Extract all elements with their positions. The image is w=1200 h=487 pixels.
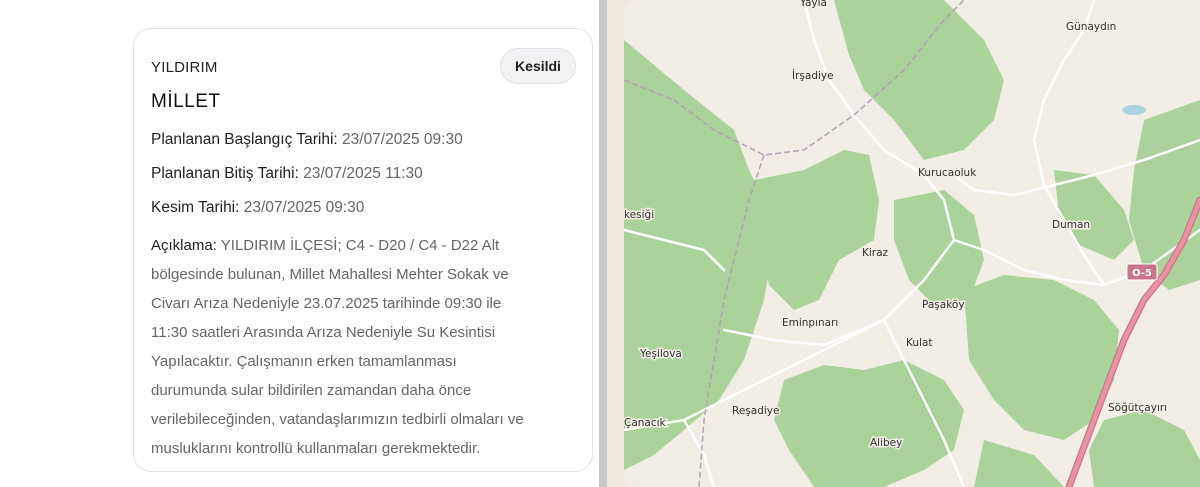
panel-scrollbar[interactable] <box>599 0 607 487</box>
outage-card[interactable]: YILDIRIM Kesildi MİLLET Planlanan Başlan… <box>133 28 593 472</box>
place-label: Günaydın <box>1066 21 1116 33</box>
neighborhood-name: MİLLET <box>151 91 221 112</box>
description-line: verilebileceğinden, vatandaşlarımızın te… <box>151 411 524 428</box>
place-label: Söğütçayırı <box>1108 402 1167 414</box>
district-name: YILDIRIM <box>151 59 218 76</box>
cut-date-row: Kesim Tarihi: 23/07/2025 09:30 <box>151 199 364 217</box>
place-label: Alibey <box>870 437 902 449</box>
place-label: Paşaköy <box>922 299 965 311</box>
place-label: Kulat <box>906 337 933 349</box>
description-line: Yapılacaktır. Çalışmanın erken tamamlanm… <box>151 353 457 370</box>
place-label: Kiraz <box>862 247 889 259</box>
description-line: bölgesinde bulunan, Millet Mahallesi Meh… <box>151 266 509 283</box>
place-label: Eminpınarı <box>782 317 838 329</box>
place-label: Çanacık <box>624 417 667 429</box>
cut-date-value: 23/07/2025 09:30 <box>243 199 365 216</box>
planned-start-row: Planlanan Başlangıç Tarihi: 23/07/2025 0… <box>151 131 463 149</box>
description-label: Açıklama: <box>151 237 217 254</box>
description-line: YILDIRIM İLÇESİ; C4 - D20 / C4 - D22 Alt <box>220 237 500 254</box>
place-label: kesiği <box>624 209 654 221</box>
place-label: İrşadiye <box>792 69 834 82</box>
planned-end-label: Planlanan Bitiş Tarihi: <box>151 165 299 182</box>
planned-end-row: Planlanan Bitiş Tarihi: 23/07/2025 11:30 <box>151 165 423 183</box>
description: Açıklama: YILDIRIM İLÇESİ; C4 - D20 / C4… <box>151 231 591 463</box>
place-label: Reşadiye <box>732 405 779 417</box>
place-label: Yeşilova <box>639 348 682 360</box>
water-body <box>1122 105 1146 115</box>
planned-start-label: Planlanan Başlangıç Tarihi: <box>151 131 338 148</box>
description-line: durumunda sular bildirilen zamandan daha… <box>151 382 472 399</box>
description-line: Civarı Arıza Nedeniyle 23.07.2025 tarihi… <box>151 295 502 312</box>
map-view[interactable]: O-5 Yayla Günaydın İrşadiye Kurucaoluk D… <box>607 0 1200 487</box>
place-label: Yayla <box>799 0 827 9</box>
status-badge: Kesildi <box>500 48 576 84</box>
scrollbar-thumb[interactable] <box>599 0 607 487</box>
road-shield-label: O-5 <box>1132 268 1152 279</box>
planned-end-value: 23/07/2025 11:30 <box>303 165 423 182</box>
description-line: 11:30 saatleri Arasında Arıza Nedeniyle … <box>151 324 496 341</box>
description-line: musluklarını kontrollü kullanmaları gere… <box>151 440 481 457</box>
map-canvas[interactable]: O-5 Yayla Günaydın İrşadiye Kurucaoluk D… <box>624 0 1200 487</box>
planned-start-value: 23/07/2025 09:30 <box>342 131 463 148</box>
place-label: Kurucaoluk <box>918 167 977 179</box>
place-label: Duman <box>1052 219 1090 231</box>
outage-panel: YILDIRIM Kesildi MİLLET Planlanan Başlan… <box>0 0 599 487</box>
cut-date-label: Kesim Tarihi: <box>151 199 240 216</box>
